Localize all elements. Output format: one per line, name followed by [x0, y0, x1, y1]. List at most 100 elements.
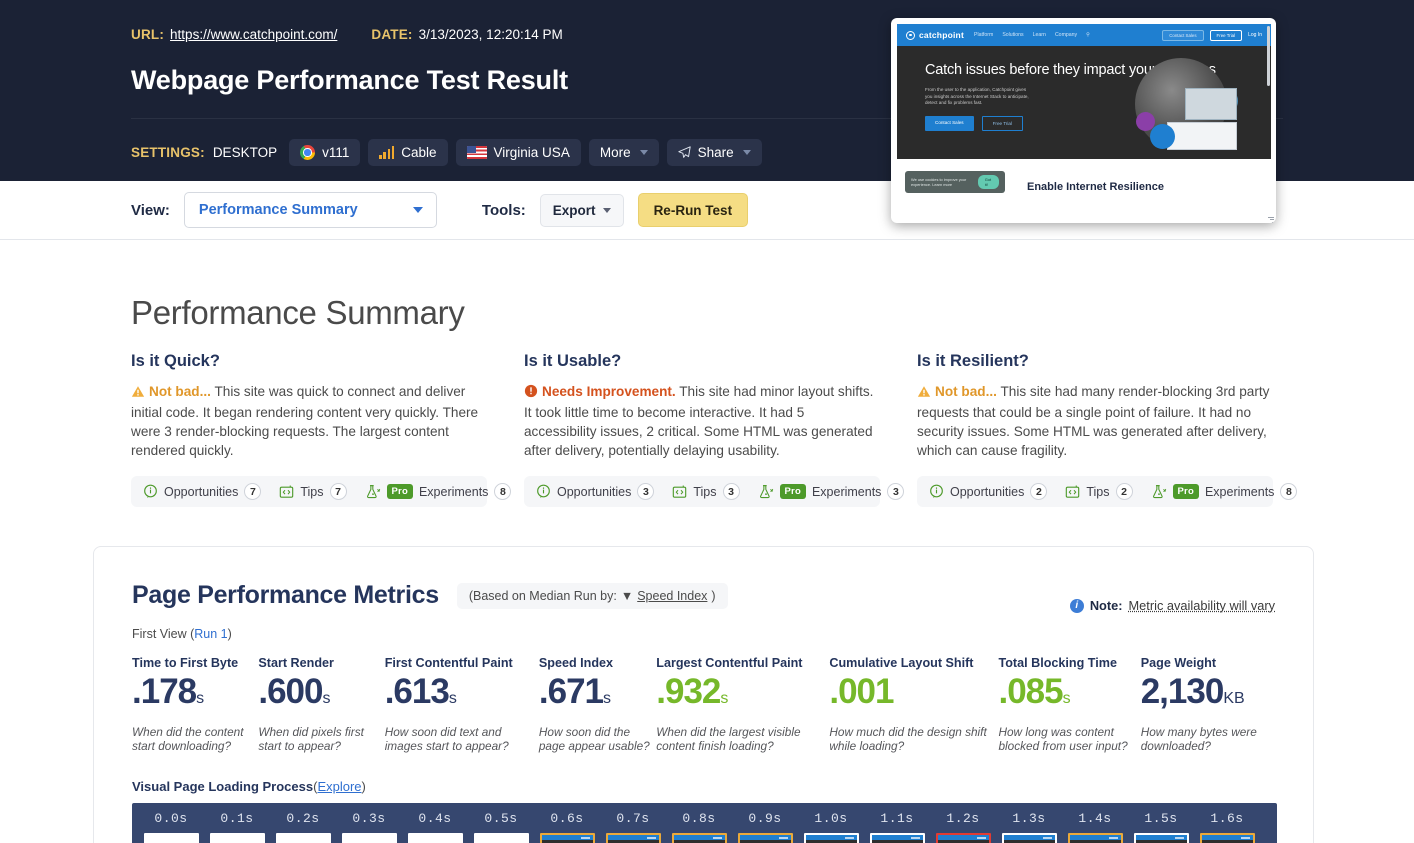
pro-badge: Pro — [1173, 484, 1199, 499]
tested-url-link[interactable]: https://www.catchpoint.com/ — [170, 26, 337, 44]
opportunities-link[interactable]: Opportunities 7 — [143, 483, 261, 500]
metric-name: Time to First Byte — [132, 656, 258, 670]
filmstrip-thumbnail[interactable] — [738, 833, 793, 843]
preview-scrollbar[interactable] — [1267, 26, 1270, 86]
filmstrip-frame[interactable]: 0.0s — [138, 811, 204, 843]
filmstrip-thumbnail[interactable] — [210, 833, 265, 843]
metric-number: .932 — [656, 672, 720, 711]
pro-badge: Pro — [780, 484, 806, 499]
filmstrip-time-label: 0.8s — [682, 811, 715, 826]
opportunities-link[interactable]: Opportunities 2 — [929, 483, 1047, 500]
flask-experiment-icon — [1151, 484, 1167, 499]
settings-label: SETTINGS: — [131, 145, 205, 160]
filmstrip-time-label: 1.2s — [946, 811, 979, 826]
share-chip[interactable]: Share — [667, 139, 762, 166]
more-chip[interactable]: More — [589, 139, 659, 166]
browser-chip[interactable]: v111 — [289, 139, 360, 166]
flask-experiment-icon — [758, 484, 774, 499]
metric-name: Cumulative Layout Shift — [829, 656, 998, 670]
view-select[interactable]: Performance Summary — [184, 192, 437, 228]
filmstrip-thumbnail[interactable] — [936, 833, 991, 843]
median-suffix: ) — [711, 589, 715, 603]
error-circle-icon — [524, 384, 538, 403]
filmstrip-frame[interactable]: 0.7s — [600, 811, 666, 843]
export-button[interactable]: Export — [540, 194, 624, 227]
filmstrip-frame[interactable]: 0.6s — [534, 811, 600, 843]
filmstrip-thumbnail[interactable] — [1068, 833, 1123, 843]
preview-hero: Catch issues before they impact your bus… — [897, 46, 1271, 159]
filmstrip-frame[interactable]: 1.0s — [798, 811, 864, 843]
filmstrip-frame[interactable]: 0.4s — [402, 811, 468, 843]
connection-chip[interactable]: Cable — [368, 139, 447, 166]
preview-brand: catchpoint — [919, 30, 964, 40]
filmstrip-frame[interactable]: 1.5s — [1128, 811, 1194, 843]
median-value[interactable]: Speed Index — [637, 589, 707, 603]
filmstrip-frame[interactable]: 1.4s — [1062, 811, 1128, 843]
metric-value: .085s — [998, 673, 1140, 718]
opportunities-count: 7 — [244, 483, 261, 500]
filmstrip-frame[interactable]: 0.9s — [732, 811, 798, 843]
filmstrip-thumbnail[interactable] — [540, 833, 595, 843]
filmstrip-frame[interactable]: 0.5s — [468, 811, 534, 843]
metric-question: When did pixels first start to appear? — [258, 725, 384, 753]
preview-hero-cta-primary: Contact Sales — [925, 116, 974, 131]
filmstrip-frame[interactable]: 1.1s — [864, 811, 930, 843]
filmstrip-frame[interactable]: 1.2s — [930, 811, 996, 843]
experiments-count: 8 — [494, 483, 511, 500]
tips-label: Tips — [693, 485, 716, 499]
run-1-link[interactable]: Run 1 — [194, 627, 227, 641]
tips-link[interactable]: Tips 3 — [672, 483, 739, 500]
metric-question: How much did the design shift while load… — [829, 725, 998, 753]
experiments-label: Experiments — [812, 485, 881, 499]
metric-unit: s — [603, 690, 611, 707]
filmstrip-frame[interactable]: 0.2s — [270, 811, 336, 843]
filmstrip-thumbnail[interactable] — [672, 833, 727, 843]
experiments-count: 3 — [887, 483, 904, 500]
filmstrip-thumbnail[interactable] — [804, 833, 859, 843]
first-view-label: First View (Run 1) — [132, 627, 1275, 641]
metric-name: First Contentful Paint — [385, 656, 539, 670]
opportunities-link[interactable]: Opportunities 3 — [536, 483, 654, 500]
location-chip[interactable]: Virginia USA — [456, 139, 581, 166]
filmstrip-frame[interactable]: 0.8s — [666, 811, 732, 843]
filmstrip-frame[interactable]: 0.3s — [336, 811, 402, 843]
filmstrip-time-label: 1.5s — [1144, 811, 1177, 826]
column-title: Is it Quick? — [131, 352, 487, 371]
tips-link[interactable]: Tips 7 — [279, 483, 346, 500]
explore-link[interactable]: Explore — [317, 779, 361, 794]
preview-nav-item: Learn — [1033, 32, 1046, 38]
page-screenshot-preview[interactable]: catchpoint Platform Solutions Learn Comp… — [891, 18, 1276, 223]
share-chip-label: Share — [698, 145, 734, 160]
metric-value: .613s — [385, 673, 539, 718]
filmstrip-frame[interactable]: 1.3s — [996, 811, 1062, 843]
metric-question: When did the largest visible content fin… — [656, 725, 829, 753]
chevron-down-icon — [413, 207, 423, 213]
filmstrip-thumbnail[interactable] — [1134, 833, 1189, 843]
filmstrip-thumbnail[interactable] — [1002, 833, 1057, 843]
filmstrip-thumbnail[interactable] — [276, 833, 331, 843]
tips-link[interactable]: Tips 2 — [1065, 483, 1132, 500]
filmstrip-thumbnail[interactable] — [408, 833, 463, 843]
filmstrip-thumbnail[interactable] — [870, 833, 925, 843]
filmstrip-frame[interactable]: 0.1s — [204, 811, 270, 843]
column-description: Not bad... This site was quick to connec… — [131, 382, 487, 460]
filmstrip-thumbnail[interactable] — [1200, 833, 1255, 843]
filmstrip-frame[interactable]: 1.6s — [1194, 811, 1260, 843]
experiments-link[interactable]: Pro Experiments 8 — [1151, 483, 1298, 500]
preview-nav-item: Solutions — [1002, 32, 1023, 38]
preview-nav-items: Platform Solutions Learn Company ⚲ — [974, 32, 1090, 38]
filmstrip-thumbnail[interactable] — [606, 833, 661, 843]
filmstrip-thumbnail[interactable] — [474, 833, 529, 843]
rerun-test-button[interactable]: Re-Run Test — [638, 193, 749, 227]
filmstrip-time-label: 0.5s — [484, 811, 517, 826]
median-run-selector[interactable]: (Based on Median Run by: ▼ Speed Index) — [457, 583, 728, 609]
experiments-link[interactable]: Pro Experiments 3 — [758, 483, 905, 500]
filmstrip-thumbnail[interactable] — [342, 833, 397, 843]
filmstrip-thumbnail[interactable] — [144, 833, 199, 843]
experiments-link[interactable]: Pro Experiments 8 — [365, 483, 512, 500]
resize-handle-icon[interactable] — [1267, 215, 1274, 222]
date-value: 3/13/2023, 12:20:14 PM — [419, 26, 563, 44]
preview-hero-title: Catch issues before they impact your bus… — [925, 62, 1271, 79]
preview-nav-actions: Contact Sales Free Trial Log In — [1162, 30, 1262, 41]
browser-chip-label: v111 — [322, 145, 349, 160]
